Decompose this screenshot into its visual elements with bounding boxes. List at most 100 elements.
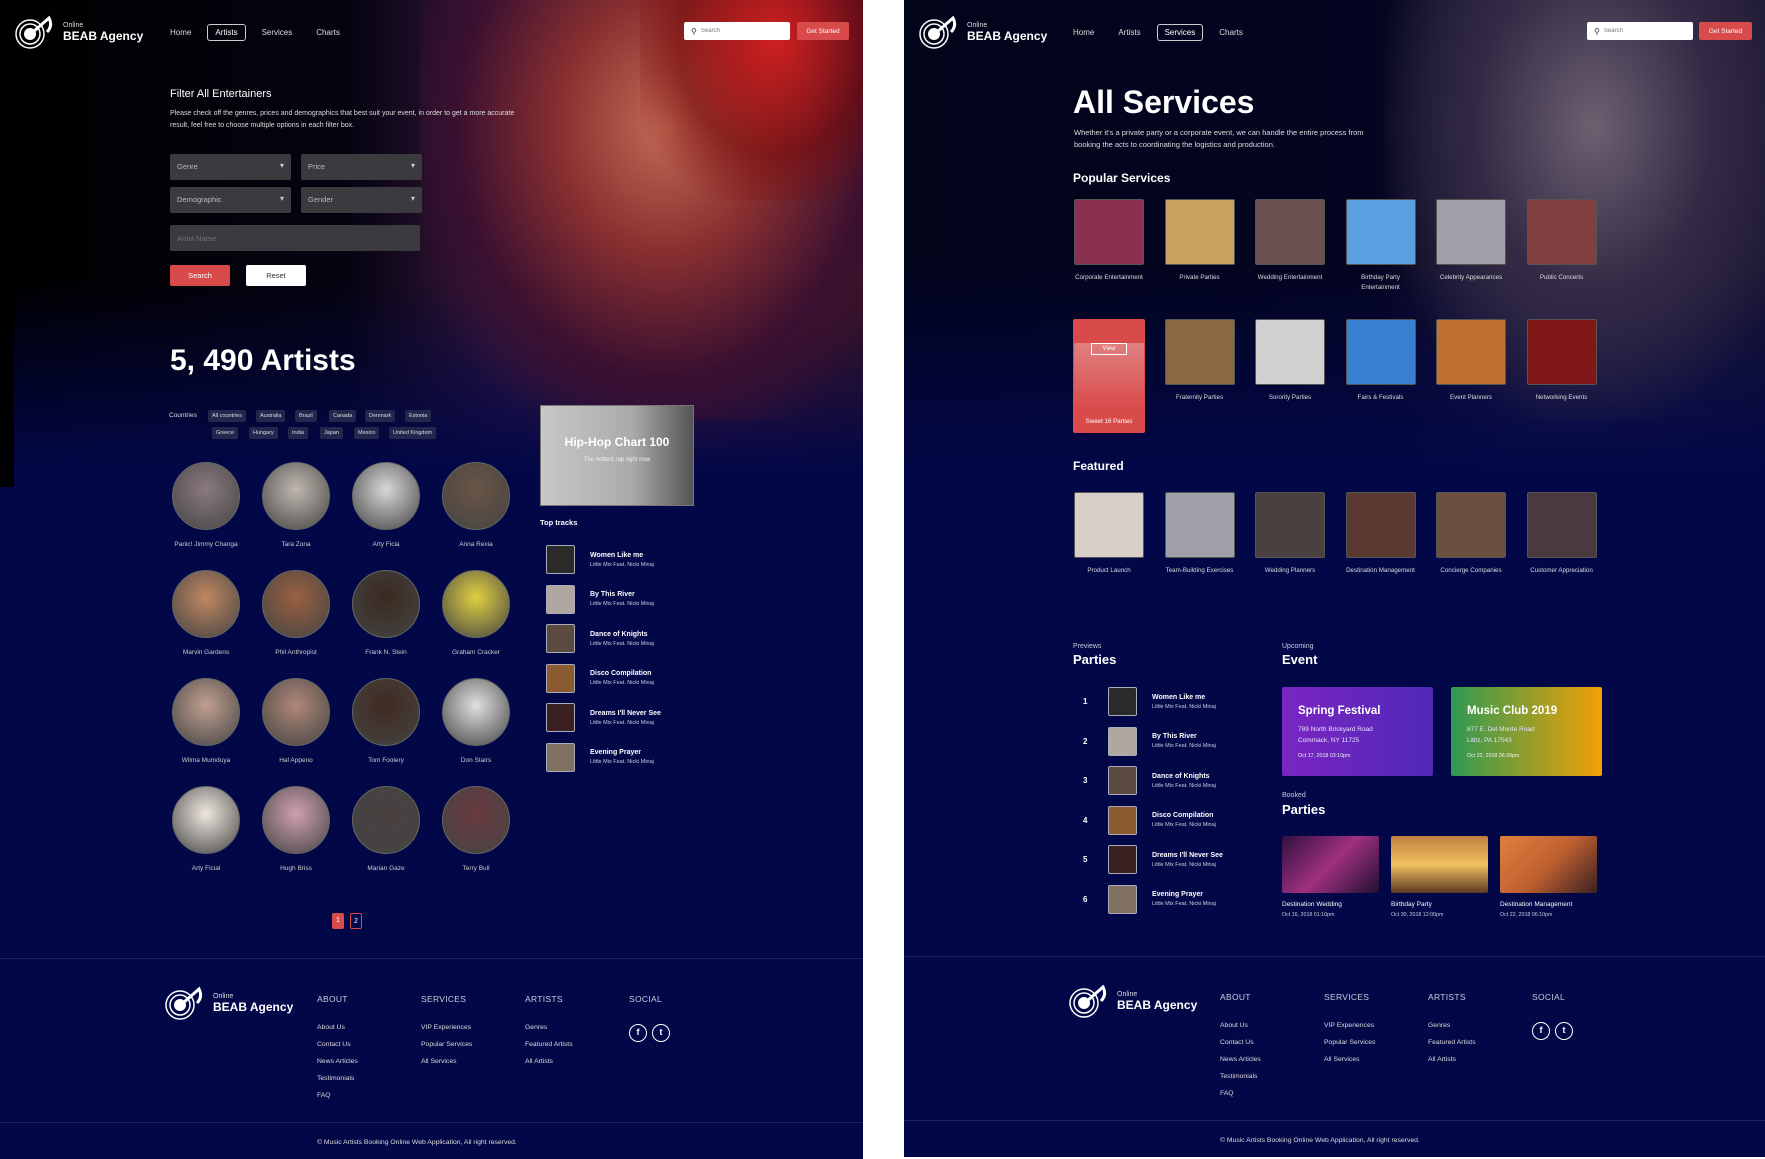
artist-card[interactable]: Anna Rexia (436, 462, 516, 548)
facebook-icon[interactable]: f (629, 1024, 647, 1042)
twitter-icon[interactable]: t (1555, 1022, 1573, 1040)
artist-card[interactable]: Arty Ficial (166, 786, 246, 872)
service-card[interactable]: Event Planners (1435, 319, 1507, 403)
footer-logo[interactable]: Online BEAB Agency (1067, 983, 1197, 1019)
view-button[interactable]: View (1091, 343, 1127, 355)
artist-card[interactable]: Graham Cracker (436, 570, 516, 656)
country-chip[interactable]: Denmark (365, 410, 396, 422)
get-started-button[interactable]: Get Started (1699, 22, 1752, 40)
artist-card[interactable]: Hugh Briss (256, 786, 336, 872)
booked-card[interactable]: Destination Wedding Oct 16, 2018 01:10pm (1282, 836, 1380, 918)
country-chip[interactable]: India (288, 427, 308, 439)
footer-link[interactable]: Featured Artists (525, 1041, 573, 1048)
search-box[interactable]: ⚲ (684, 22, 790, 40)
artist-card[interactable]: Don Stairs (436, 678, 516, 764)
artist-card[interactable]: Tara Zona (256, 462, 336, 548)
footer-link[interactable]: Testimonials (317, 1075, 358, 1082)
artist-card[interactable]: Panic! Jimmy Changa (166, 462, 246, 548)
artist-card[interactable]: Arty Ficia (346, 462, 426, 548)
search-box[interactable]: ⚲ (1587, 22, 1693, 40)
nav-services[interactable]: Services (254, 24, 301, 41)
artist-card[interactable]: Phil Anthropist (256, 570, 336, 656)
featured-card[interactable]: Product Launch (1073, 492, 1145, 576)
footer-link[interactable]: About Us (1220, 1022, 1261, 1029)
nav-artists[interactable]: Artists (1110, 24, 1148, 41)
price-select[interactable]: Price (301, 154, 422, 180)
brand-logo[interactable]: Online BEAB Agency (13, 14, 143, 50)
gender-select[interactable]: Gender (301, 187, 422, 213)
country-chip[interactable]: Japan (320, 427, 343, 439)
country-chip[interactable]: Canada (329, 410, 357, 422)
ranked-item[interactable]: 2 By This River Little Mix Feat. Nicki Min… (1083, 726, 1216, 756)
track-item[interactable]: Dance of Knights Little Mix Feat. Nicki M… (546, 624, 654, 653)
artist-card[interactable]: Frank N. Stein (346, 570, 426, 656)
artist-name-input[interactable] (170, 225, 420, 251)
reset-button[interactable]: Reset (246, 265, 306, 286)
footer-link[interactable]: All Artists (1428, 1056, 1476, 1063)
footer-link[interactable]: All Services (421, 1058, 472, 1065)
ranked-item[interactable]: 4 Disco Compilation Little Mix Feat. Nicki… (1083, 805, 1216, 835)
ranked-item[interactable]: 6 Evening Prayer Little Mix Feat. Nicki Mi… (1083, 884, 1216, 914)
artist-card[interactable]: Marian Gaze (346, 786, 426, 872)
booked-card[interactable]: Destination Management Oct 22, 2018 06:10… (1500, 836, 1598, 918)
service-card[interactable]: Sorority Parties (1254, 319, 1326, 403)
track-item[interactable]: Women Like me Little Mix Feat. Nicki Mina… (546, 545, 654, 574)
nav-charts[interactable]: Charts (308, 24, 348, 41)
footer-link[interactable]: FAQ (317, 1092, 358, 1099)
footer-link[interactable]: About Us (317, 1024, 358, 1031)
footer-link[interactable]: News Articles (1220, 1056, 1261, 1063)
country-chip[interactable]: Brazil (295, 410, 317, 422)
service-card[interactable]: Birthday Party Entertainment (1345, 199, 1417, 292)
nav-artists[interactable]: Artists (207, 24, 246, 41)
footer-logo[interactable]: Online BEAB Agency (163, 985, 293, 1021)
artist-card[interactable]: Terry Bull (436, 786, 516, 872)
artist-card[interactable]: Wilma Mumduya (166, 678, 246, 764)
event-card[interactable]: Spring Festival 789 North Brickyard Road C… (1282, 687, 1433, 776)
ranked-item[interactable]: 1 Women Like me Little Mix Feat. Nicki Min… (1083, 687, 1216, 716)
nav-home[interactable]: Home (1065, 24, 1102, 41)
service-card[interactable]: View Sweet 16 Parties (1073, 319, 1145, 433)
service-card[interactable]: Private Parties (1164, 199, 1236, 283)
get-started-button[interactable]: Get Started (797, 22, 849, 40)
featured-card[interactable]: Wedding Planners (1254, 492, 1326, 576)
service-card[interactable]: Networking Events (1526, 319, 1598, 403)
footer-link[interactable]: News Articles (317, 1058, 358, 1065)
facebook-icon[interactable]: f (1532, 1022, 1550, 1040)
footer-link[interactable]: Genres (525, 1024, 573, 1031)
featured-card[interactable]: Customer Appreciation (1526, 492, 1598, 576)
footer-link[interactable]: Genres (1428, 1022, 1476, 1029)
brand-logo[interactable]: Online BEAB Agency (917, 14, 1047, 50)
service-card[interactable]: Public Concerts (1526, 199, 1598, 283)
footer-link[interactable]: Popular Services (1324, 1039, 1375, 1046)
country-chip[interactable]: Mexico (354, 427, 380, 439)
service-card[interactable]: Wedding Entertainment (1254, 199, 1326, 283)
featured-card[interactable]: Destination Management (1345, 492, 1417, 576)
footer-link[interactable]: Contact Us (1220, 1039, 1261, 1046)
nav-services[interactable]: Services (1156, 24, 1204, 41)
nav-home[interactable]: Home (162, 24, 199, 41)
demographic-select[interactable]: Demographic (170, 187, 291, 213)
service-card[interactable]: Corporate Entertainment (1073, 199, 1145, 283)
search-button[interactable]: Search (170, 265, 230, 286)
footer-link[interactable]: All Artists (525, 1058, 573, 1065)
country-chip[interactable]: United Kingdom (389, 427, 437, 439)
featured-card[interactable]: Concierge Companies (1435, 492, 1507, 576)
track-item[interactable]: Dreams I'll Never See Little Mix Feat. Ni… (546, 703, 661, 732)
footer-link[interactable]: VIP Experiences (1324, 1022, 1375, 1029)
twitter-icon[interactable]: t (652, 1024, 670, 1042)
footer-link[interactable]: Popular Services (421, 1041, 472, 1048)
footer-link[interactable]: All Services (1324, 1056, 1375, 1063)
booked-card[interactable]: Birthday Party Oct 30, 2018 12:00pm (1391, 836, 1489, 918)
footer-link[interactable]: Featured Artists (1428, 1039, 1476, 1046)
track-item[interactable]: Evening Prayer Little Mix Feat. Nicki Min… (546, 742, 654, 772)
artist-card[interactable]: Marvin Gardens (166, 570, 246, 656)
ranked-item[interactable]: 5 Dreams I'll Never See Little Mix Feat. N… (1083, 845, 1223, 874)
footer-link[interactable]: VIP Experiences (421, 1024, 472, 1031)
country-chip[interactable]: Hungary (249, 427, 278, 439)
country-chip[interactable]: All countries (208, 410, 246, 422)
artist-card[interactable]: Tom Foolery (346, 678, 426, 764)
nav-charts[interactable]: Charts (1211, 24, 1251, 41)
search-input[interactable] (1603, 28, 1684, 34)
page-2-button[interactable]: 2 (350, 913, 362, 929)
service-card[interactable]: Celebrity Appearances (1435, 199, 1507, 283)
